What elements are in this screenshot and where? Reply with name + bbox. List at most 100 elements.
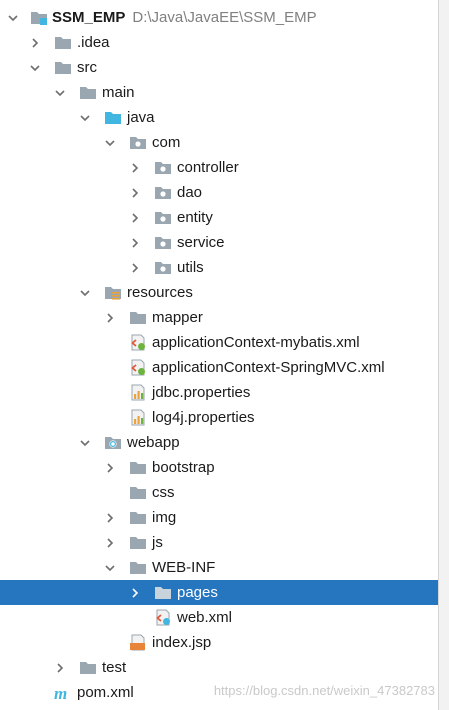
folder-icon (129, 509, 147, 526)
folder-icon (129, 559, 147, 576)
tree-item-src[interactable]: src (0, 55, 439, 80)
project-name: SSM_EMP (52, 9, 126, 26)
tree-item-label: log4j.properties (152, 409, 255, 426)
chevron-right-icon[interactable] (103, 455, 117, 480)
tree-item-label: mapper (152, 309, 203, 326)
tree-item-entity[interactable]: entity (0, 205, 439, 230)
tree-item-label: js (152, 534, 163, 551)
tree-item-web-xml[interactable]: web.xml (0, 605, 439, 630)
source-root-folder-icon (104, 109, 122, 126)
tree-item-label: test (102, 659, 127, 676)
tree-item-label: applicationContext-mybatis.xml (152, 334, 360, 351)
package-icon (129, 134, 147, 151)
tree-item-label: utils (177, 259, 204, 276)
xml-file-icon (154, 609, 172, 626)
xml-file-icon (129, 334, 147, 351)
tree-item-appctx-springmvc[interactable]: applicationContext-SpringMVC.xml (0, 355, 439, 380)
tree-item-test[interactable]: test (0, 655, 439, 680)
chevron-right-icon[interactable] (128, 230, 142, 255)
chevron-right-icon[interactable] (103, 305, 117, 330)
tree-item-com[interactable]: com (0, 130, 439, 155)
tree-item-bootstrap[interactable]: bootstrap (0, 455, 439, 480)
folder-icon (154, 584, 172, 601)
project-path: D:\Java\JavaEE\SSM_EMP (132, 9, 317, 26)
tree-item-label: com (152, 134, 181, 151)
xml-file-icon (129, 359, 147, 376)
tree-item-mapper[interactable]: mapper (0, 305, 439, 330)
package-icon (154, 184, 172, 201)
tree-item-java[interactable]: java (0, 105, 439, 130)
module-folder-icon (30, 9, 48, 26)
tree-item-ssm-emp[interactable]: SSM_EMP D:\Java\JavaEE\SSM_EMP (0, 5, 439, 30)
project-tree: SSM_EMP D:\Java\JavaEE\SSM_EMP .idea src … (0, 5, 439, 705)
tree-item-utils[interactable]: utils (0, 255, 439, 280)
chevron-right-icon[interactable] (128, 580, 142, 605)
tree-item-idea[interactable]: .idea (0, 30, 439, 55)
folder-icon (79, 659, 97, 676)
folder-icon (54, 59, 72, 76)
package-icon (154, 159, 172, 176)
tree-item-dao[interactable]: dao (0, 180, 439, 205)
resources-root-icon (104, 284, 122, 301)
chevron-down-icon[interactable] (28, 55, 42, 80)
chevron-down-icon[interactable] (6, 5, 20, 30)
tree-item-appctx-mybatis[interactable]: applicationContext-mybatis.xml (0, 330, 439, 355)
chevron-right-icon[interactable] (128, 205, 142, 230)
tree-item-label: main (102, 84, 135, 101)
chevron-right-icon[interactable] (28, 30, 42, 55)
tree-item-label: dao (177, 184, 203, 201)
chevron-down-icon[interactable] (78, 280, 92, 305)
tree-item-log4j-properties[interactable]: log4j.properties (0, 405, 439, 430)
tree-item-css[interactable]: css (0, 480, 439, 505)
web-root-folder-icon (104, 434, 122, 451)
folder-icon (129, 484, 147, 501)
package-icon (154, 234, 172, 251)
properties-file-icon (129, 384, 147, 401)
tree-item-label: index.jsp (152, 634, 212, 651)
tree-item-controller[interactable]: controller (0, 155, 439, 180)
chevron-right-icon[interactable] (53, 655, 67, 680)
tree-item-index-jsp[interactable]: index.jsp (0, 630, 439, 655)
tree-item-label: java (127, 109, 155, 126)
tree-item-label: .idea (77, 34, 110, 51)
tree-item-label: service (177, 234, 225, 251)
tree-item-pages[interactable]: pages (0, 580, 439, 605)
folder-icon (79, 84, 97, 101)
jsp-file-icon (129, 634, 147, 651)
chevron-right-icon[interactable] (103, 505, 117, 530)
tree-item-main[interactable]: main (0, 80, 439, 105)
tree-item-resources[interactable]: resources (0, 280, 439, 305)
folder-icon (54, 34, 72, 51)
folder-icon (129, 534, 147, 551)
chevron-down-icon[interactable] (103, 130, 117, 155)
tree-item-label: WEB-INF (152, 559, 216, 576)
tree-item-label: img (152, 509, 177, 526)
chevron-right-icon[interactable] (128, 180, 142, 205)
chevron-right-icon[interactable] (128, 155, 142, 180)
scrollbar-track[interactable] (438, 0, 449, 710)
tree-item-service[interactable]: service (0, 230, 439, 255)
tree-item-label: pom.xml (77, 684, 134, 701)
tree-item-label: controller (177, 159, 239, 176)
chevron-right-icon[interactable] (103, 530, 117, 555)
chevron-down-icon[interactable] (78, 430, 92, 455)
chevron-right-icon[interactable] (128, 255, 142, 280)
chevron-down-icon[interactable] (78, 105, 92, 130)
tree-item-label: applicationContext-SpringMVC.xml (152, 359, 385, 376)
tree-item-label: bootstrap (152, 459, 215, 476)
chevron-down-icon[interactable] (103, 555, 117, 580)
folder-icon (129, 459, 147, 476)
tree-item-webapp[interactable]: webapp (0, 430, 439, 455)
tree-item-label: css (152, 484, 175, 501)
package-icon (154, 259, 172, 276)
watermark-text: https://blog.csdn.net/weixin_47382783 (213, 683, 435, 698)
tree-item-label: resources (127, 284, 193, 301)
chevron-down-icon[interactable] (53, 80, 67, 105)
tree-item-label: webapp (127, 434, 180, 451)
tree-item-label: pages (177, 584, 218, 601)
tree-item-label: src (77, 59, 97, 76)
tree-item-jdbc-properties[interactable]: jdbc.properties (0, 380, 439, 405)
tree-item-img[interactable]: img (0, 505, 439, 530)
tree-item-js[interactable]: js (0, 530, 439, 555)
tree-item-web-inf[interactable]: WEB-INF (0, 555, 439, 580)
